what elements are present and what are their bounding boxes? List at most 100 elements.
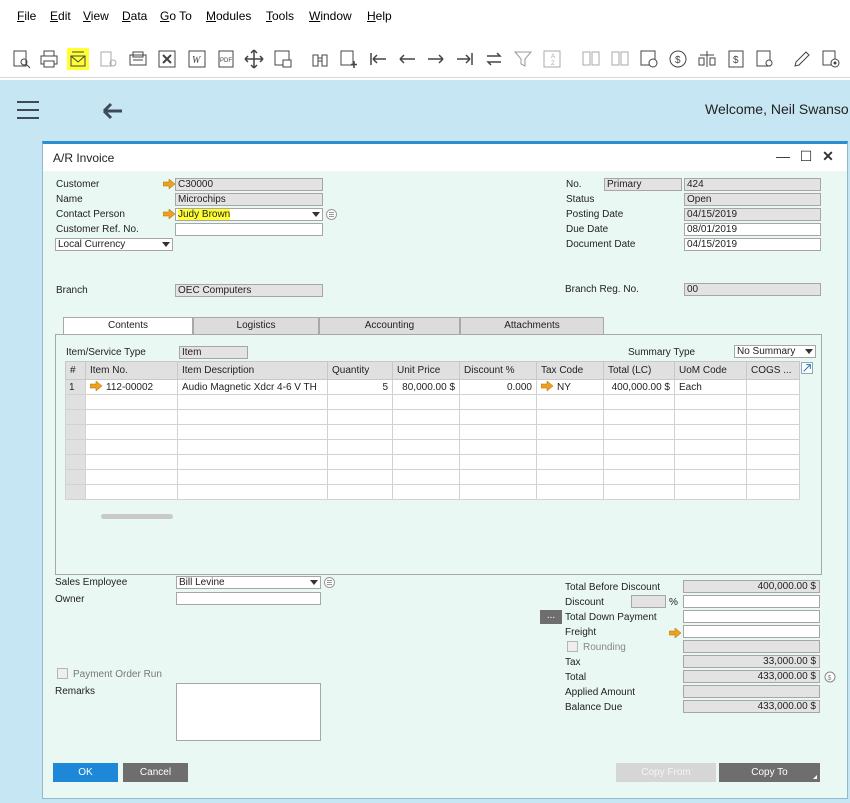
document-date-field[interactable]: 04/15/2019 <box>684 238 821 251</box>
menu-view[interactable]: View <box>83 9 109 23</box>
sort-icon[interactable]: AZ <box>541 48 563 70</box>
due-date-field[interactable]: 08/01/2019 <box>684 223 821 236</box>
table-row[interactable] <box>65 454 800 470</box>
discount-percent-field[interactable] <box>631 595 666 608</box>
column-header-total[interactable]: Total (LC) <box>603 361 675 380</box>
column-header-item-no[interactable]: Item No. <box>85 361 178 380</box>
copy-to-button[interactable]: Copy To <box>719 763 820 782</box>
tab-logistics[interactable]: Logistics <box>193 317 319 335</box>
freight-field[interactable] <box>683 625 820 638</box>
sms-icon[interactable] <box>97 48 119 70</box>
total-field[interactable]: 433,000.00 $ <box>683 670 820 683</box>
expand-table-icon[interactable] <box>801 362 813 374</box>
doc-number-field[interactable]: 424 <box>684 178 821 191</box>
binoculars-icon[interactable] <box>309 48 331 70</box>
balance-icon[interactable] <box>696 48 718 70</box>
move-icon[interactable] <box>243 48 265 70</box>
uom-cell[interactable]: Each <box>674 379 747 395</box>
currency-icon[interactable]: $ <box>667 48 689 70</box>
journal-icon[interactable]: $ <box>725 48 747 70</box>
back-arrow-icon[interactable] <box>100 100 124 122</box>
cancel-button[interactable]: Cancel <box>123 763 188 782</box>
edit-icon[interactable] <box>791 48 813 70</box>
next-record-icon[interactable] <box>425 48 447 70</box>
contact-link-arrow-icon[interactable] <box>162 208 176 220</box>
excel-icon[interactable] <box>156 48 178 70</box>
rounding-field[interactable] <box>683 640 820 653</box>
quantity-cell[interactable]: 5 <box>327 379 393 395</box>
customer-ref-field[interactable] <box>175 223 323 236</box>
menu-window[interactable]: Window <box>309 9 352 23</box>
column-header-number[interactable]: # <box>65 361 86 380</box>
customer-field[interactable]: C30000 <box>175 178 323 191</box>
first-record-icon[interactable] <box>367 48 389 70</box>
filter-icon[interactable] <box>512 48 534 70</box>
menu-tools[interactable]: Tools <box>266 9 294 23</box>
posting-date-field[interactable]: 04/15/2019 <box>684 208 821 221</box>
table-row[interactable] <box>65 439 800 455</box>
table-row[interactable] <box>65 409 800 425</box>
unit-price-cell[interactable]: 80,000.00 $ <box>392 379 460 395</box>
price-list-icon[interactable] <box>754 48 776 70</box>
balance-due-field[interactable]: 433,000.00 $ <box>683 700 820 713</box>
word-icon[interactable]: W <box>186 48 208 70</box>
item-link-arrow-icon[interactable] <box>89 380 103 394</box>
cogs-cell[interactable] <box>746 379 800 395</box>
menu-edit[interactable]: Edit <box>50 9 71 23</box>
refresh-icon[interactable] <box>483 48 505 70</box>
column-header-uom[interactable]: UoM Code <box>674 361 747 380</box>
email-icon[interactable] <box>67 48 89 70</box>
payment-icon[interactable] <box>638 48 660 70</box>
contact-list-icon[interactable] <box>326 209 337 220</box>
status-field[interactable]: Open <box>684 193 821 206</box>
customer-link-arrow-icon[interactable] <box>162 178 176 190</box>
table-row[interactable] <box>65 484 800 500</box>
table-row[interactable] <box>65 469 800 485</box>
freight-link-arrow-icon[interactable] <box>668 627 682 639</box>
remarks-textarea[interactable] <box>176 683 321 741</box>
tax-link-arrow-icon[interactable] <box>540 380 554 394</box>
summary-type-dropdown[interactable]: No Summary <box>734 345 816 358</box>
ok-button[interactable]: OK <box>53 763 118 782</box>
column-header-quantity[interactable]: Quantity <box>327 361 393 380</box>
tab-attachments[interactable]: Attachments <box>460 317 604 335</box>
rounding-checkbox[interactable] <box>567 641 578 652</box>
sales-employee-list-icon[interactable] <box>324 577 335 588</box>
tax-field[interactable]: 33,000.00 $ <box>683 655 820 668</box>
table-row[interactable] <box>65 394 800 410</box>
tab-accounting[interactable]: Accounting <box>319 317 460 335</box>
item-type-field[interactable]: Item <box>179 346 248 359</box>
column-header-discount[interactable]: Discount % <box>459 361 537 380</box>
horizontal-scrollbar[interactable] <box>101 514 173 519</box>
base-document-icon[interactable] <box>580 48 602 70</box>
series-field[interactable]: Primary <box>604 178 682 191</box>
contact-person-dropdown[interactable]: Judy Brown <box>175 208 323 221</box>
description-cell[interactable]: Audio Magnetic Xdcr 4-6 V TH <box>177 379 328 395</box>
down-payment-button[interactable]: ... <box>540 610 562 624</box>
owner-field[interactable] <box>176 592 321 605</box>
pdf-icon[interactable]: PDF <box>215 48 237 70</box>
previous-record-icon[interactable] <box>396 48 418 70</box>
column-header-tax-code[interactable]: Tax Code <box>536 361 604 380</box>
discount-amount-field[interactable] <box>683 595 820 608</box>
column-header-description[interactable]: Item Description <box>177 361 328 380</box>
target-document-icon[interactable] <box>609 48 631 70</box>
tax-code-cell[interactable]: NY <box>536 379 604 395</box>
menu-file[interactable]: File <box>17 9 36 23</box>
currency-dropdown[interactable]: Local Currency <box>55 238 173 251</box>
table-row[interactable]: 1 112-00002 Audio Magnetic Xdcr 4-6 V TH… <box>65 379 800 395</box>
menu-help[interactable]: Help <box>367 9 392 23</box>
menu-goto[interactable]: Go To <box>160 9 192 23</box>
applied-amount-field[interactable] <box>683 685 820 698</box>
name-field[interactable]: Microchips <box>175 193 323 206</box>
total-info-icon[interactable]: $ <box>824 671 837 684</box>
hamburger-menu-icon[interactable] <box>17 101 39 121</box>
settings-icon[interactable] <box>820 48 842 70</box>
lock-icon[interactable] <box>272 48 294 70</box>
total-before-discount-field[interactable]: 400,000.00 $ <box>683 580 820 593</box>
preview-icon[interactable] <box>11 48 33 70</box>
total-down-payment-field[interactable] <box>683 610 820 623</box>
fax-icon[interactable] <box>127 48 149 70</box>
payment-order-checkbox[interactable] <box>57 668 68 679</box>
column-header-cogs[interactable]: COGS ... <box>746 361 800 380</box>
